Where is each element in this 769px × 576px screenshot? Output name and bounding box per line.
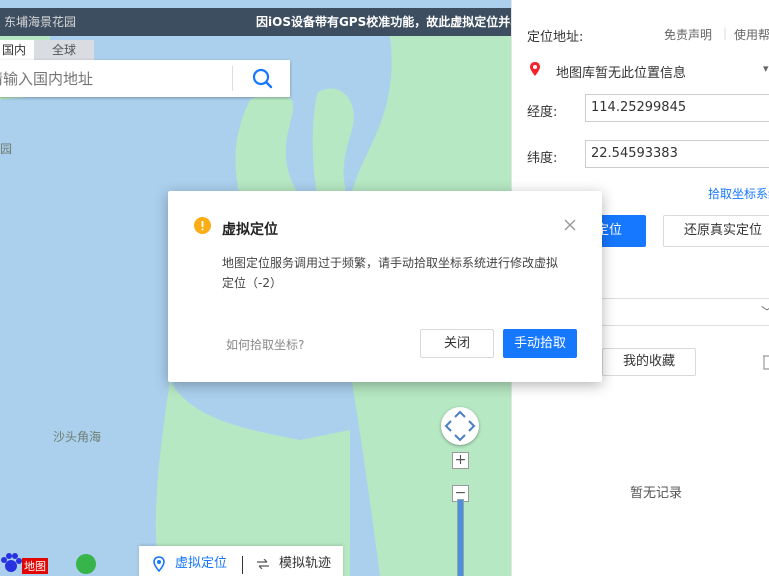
favorites-tab[interactable]: 我的收藏 [602,348,696,376]
search-divider [232,66,233,91]
mode-divider [242,556,243,574]
warning-icon [194,217,211,234]
track-arrows-icon [257,559,269,569]
longitude-label: 经度: [527,105,558,120]
restore-location-button[interactable]: 还原真实定位 [663,215,769,247]
link-separator: | [723,26,728,40]
place-name-label: 东埔海景花园 [4,15,77,29]
baidu-paw-icon [1,553,22,572]
search-input[interactable] [0,66,220,92]
baidu-map-text: 地图 [22,558,48,574]
trash-icon[interactable] [762,354,769,370]
gps-notice-text: 因iOS设备带有GPS校准功能，故此虚拟定位并非 [256,15,511,29]
latitude-label: 纬度: [527,151,558,166]
simulate-track-mode[interactable]: 模拟轨迹 [279,556,331,572]
baidu-logo: 地图 [0,552,50,576]
how-to-pick-link[interactable]: 如何拾取坐标? [226,336,304,353]
location-info-text: 地图库暂无此位置信息 [556,66,687,81]
close-button[interactable]: 关闭 [420,329,494,358]
search-button[interactable] [243,64,283,94]
longitude-input[interactable]: 114.25299845 [585,94,769,122]
zoom-slider[interactable] [457,499,464,576]
address-search [0,60,290,97]
gps-notice-banner: 东埔海景花园 因iOS设备带有GPS校准功能，故此虚拟定位并非 [0,8,511,36]
empty-records-text: 暂无记录 [630,486,683,501]
pick-coordinate-link[interactable]: 拾取坐标系统 [708,185,769,202]
virtual-location-dialog: 虚拟定位 地图定位服务调用过于频繁，请手动拾取坐标系统进行修改虚拟定位（-2） … [168,191,602,382]
search-icon [252,68,273,89]
manual-pick-button[interactable]: 手动拾取 [503,329,577,358]
dialog-title: 虚拟定位 [222,222,278,238]
location-address-label: 定位地址: [527,30,584,45]
chevron-down-icon[interactable]: ▾ [763,62,769,75]
virtual-location-mode[interactable]: 虚拟定位 [175,556,227,572]
latitude-input[interactable]: 22.54593383 [585,140,769,168]
location-pin-icon [153,556,165,572]
help-link[interactable]: 使用帮 [734,26,769,43]
map-marker-icon [530,62,540,76]
map-label-shatoujiao: 沙头角海 [53,430,102,444]
dialog-message: 地图定位服务调用过于频繁，请手动拾取坐标系统进行修改虚拟定位（-2） [222,256,559,290]
disclaimer-link[interactable]: 免责声明 [664,26,712,43]
pan-control[interactable] [441,407,479,445]
close-icon[interactable] [562,217,578,233]
map-label-park: 园 [0,142,13,156]
select-chevron-icon: ﹀ [761,303,769,320]
map-poi-marker[interactable] [76,554,96,574]
pan-arrows-icon [444,410,476,442]
zoom-in-button[interactable]: + [452,452,469,469]
tab-global[interactable]: 全球 [34,40,94,60]
mode-switcher: 虚拟定位 模拟轨迹 [139,546,343,576]
